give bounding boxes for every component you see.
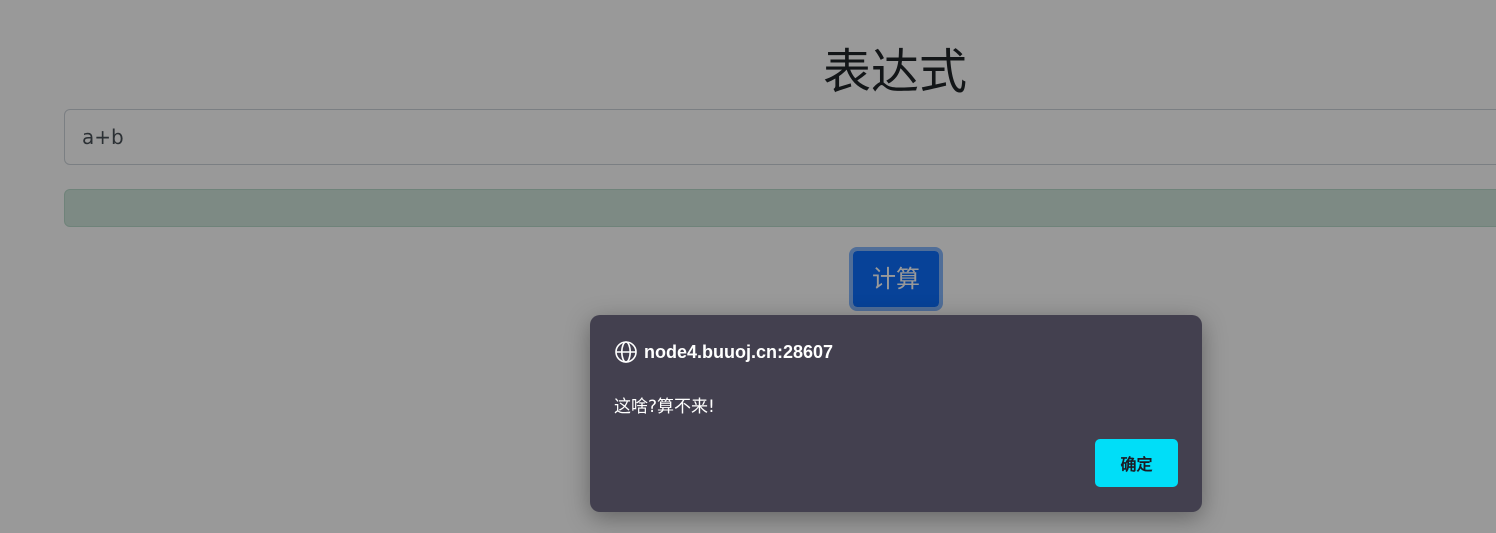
alert-origin: node4.buuoj.cn:28607 bbox=[644, 341, 834, 362]
alert-ok-button[interactable]: 确定 bbox=[1095, 439, 1178, 487]
globe-icon bbox=[614, 340, 638, 364]
alert-message: 这啥?算不来! bbox=[614, 397, 715, 417]
alert-header: node4.buuoj.cn:28607 bbox=[614, 339, 833, 365]
alert-dialog: node4.buuoj.cn:28607 这啥?算不来! 确定 bbox=[590, 315, 1202, 512]
